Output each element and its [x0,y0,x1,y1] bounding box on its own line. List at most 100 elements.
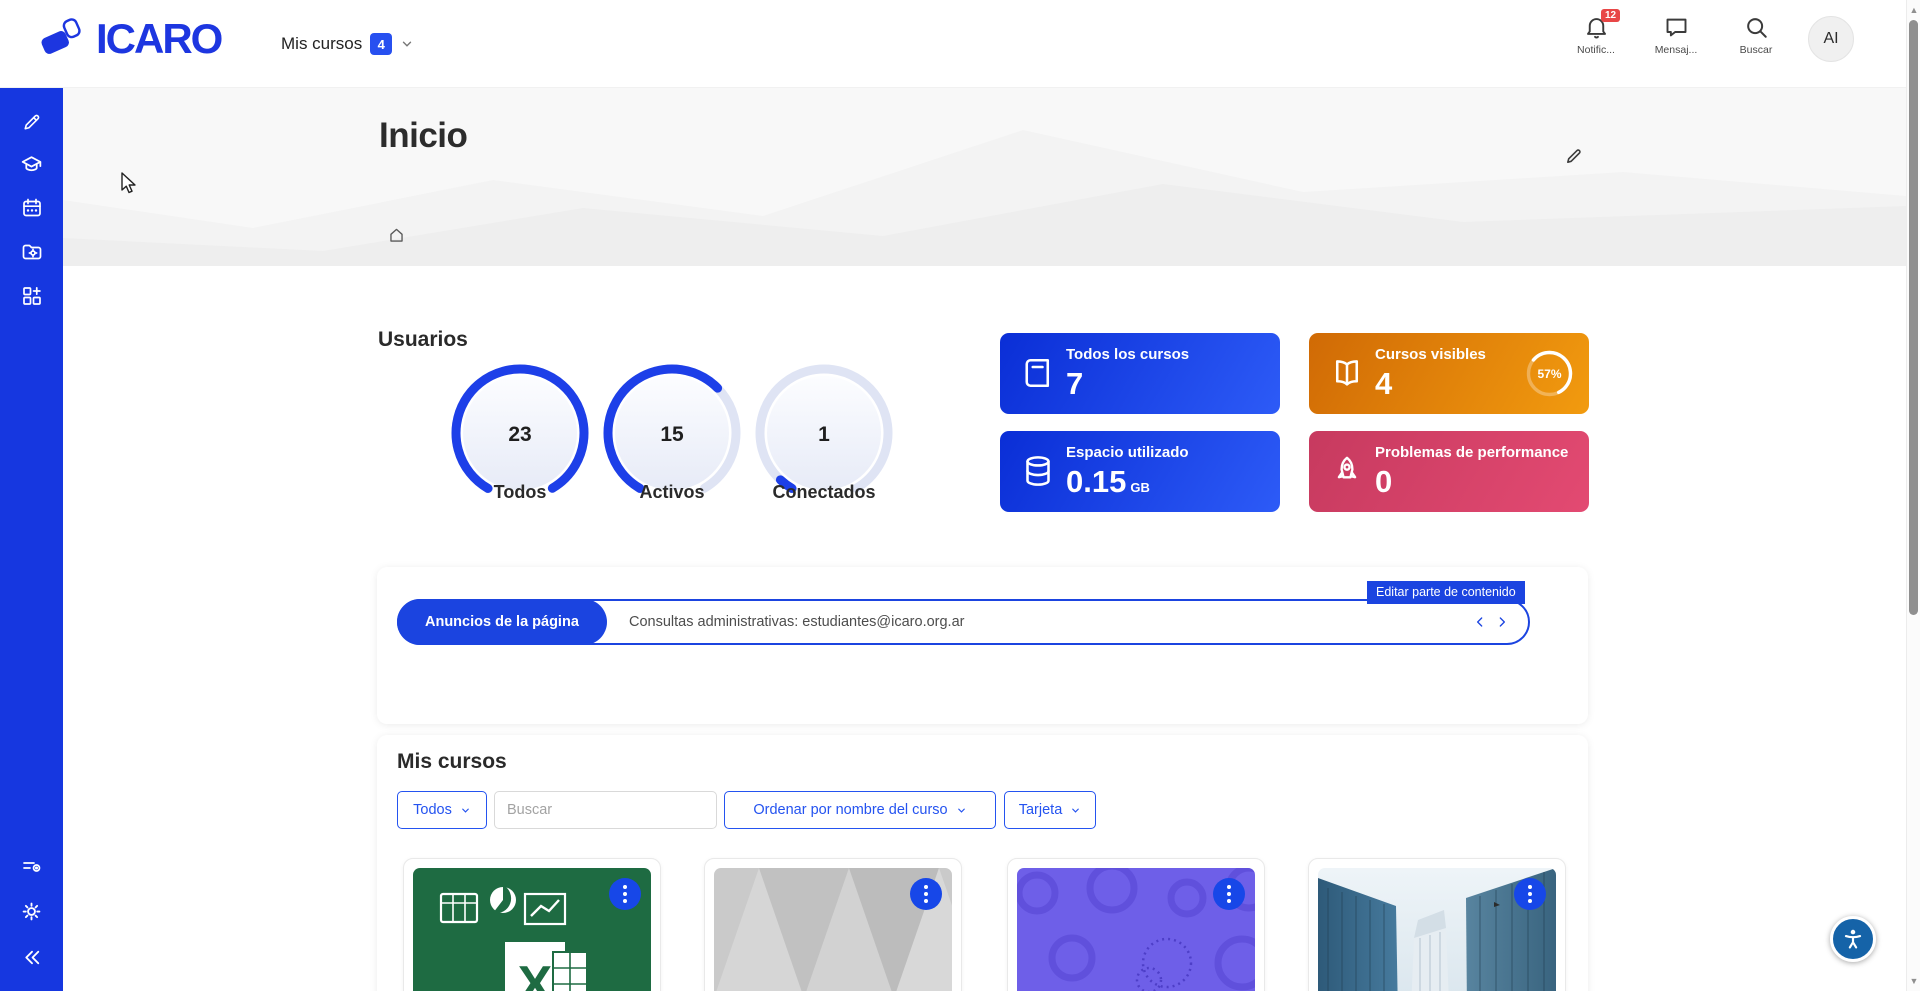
icaro-logo[interactable]: ICARO [36,12,221,66]
stat-card-problemas-performance[interactable]: Problemas de performance 0 [1309,431,1589,512]
mis-cursos-heading: Mis cursos [397,750,507,774]
list-gear-icon [20,855,44,879]
course-card-excel[interactable]: X [403,858,661,991]
gauge-conectados-value: 1 [818,423,830,446]
notifications-button[interactable]: 12 Notific... [1568,14,1624,56]
messages-button[interactable]: Mensaj... [1648,14,1704,56]
stat-value: 7 [1066,365,1083,402]
nav-mis-cursos[interactable]: Mis cursos 4 [281,0,414,88]
page-title: Inicio [379,116,467,156]
visible-percent-label: 57% [1537,367,1561,381]
stat-value-unit: GB [1130,480,1150,495]
course-card-city[interactable] [1308,858,1566,991]
sidebar-item-edit[interactable] [0,104,63,140]
chevron-right-icon [1494,614,1510,630]
accessibility-button[interactable] [1830,916,1876,962]
gauge-conectados-label: Conectados [749,482,899,503]
database-icon [1020,453,1056,489]
sidebar-item-settings[interactable] [0,893,63,929]
mountains-background [63,88,1906,266]
chevron-down-icon [1070,805,1081,816]
course-thumbnail-triangles [714,868,952,991]
announcement-next-button[interactable] [1494,614,1510,630]
stat-card-espacio-utilizado[interactable]: Espacio utilizado 0.15 GB [1000,431,1280,512]
scroll-up-arrow[interactable]: ▲ [1907,3,1920,17]
sidebar [0,88,63,991]
chevron-left-icon [1472,614,1488,630]
svg-text:X: X [518,956,553,991]
course-card-purple[interactable] [1007,858,1265,991]
sidebar-item-preferences[interactable] [0,849,63,885]
stat-value-number: 0.15 [1066,464,1126,499]
rocket-icon [1329,453,1365,489]
gear-icon [19,899,44,924]
stat-card-todos-los-cursos[interactable]: Todos los cursos 7 [1000,333,1280,414]
gauge-todos-value: 23 [508,423,531,446]
open-book-icon [1329,355,1365,391]
scrollbar-thumb[interactable] [1909,20,1918,615]
page-banner: Inicio [63,88,1906,266]
filter-all-label: Todos [413,802,452,818]
visible-percent-ring: 57% [1522,346,1577,401]
course-menu-button[interactable] [1514,878,1546,910]
chevron-down-icon [400,37,414,51]
chevron-down-icon [956,805,967,816]
breadcrumb-home-icon[interactable] [387,226,406,250]
top-header: ICARO Mis cursos 4 12 Notific... Mensaj.… [0,0,1920,88]
sidebar-collapse-button[interactable] [0,939,63,975]
filter-all-dropdown[interactable]: Todos [397,791,487,829]
view-label: Tarjeta [1019,802,1063,818]
chat-icon [1663,14,1690,41]
pencil-icon [20,111,43,134]
usuarios-heading: Usuarios [378,328,468,352]
course-thumbnail-purple [1017,868,1255,991]
messages-label: Mensaj... [1655,44,1698,56]
sidebar-item-courses[interactable] [0,146,63,182]
home-icon [387,226,406,245]
calendar-icon [20,196,44,220]
announcements-tab[interactable]: Anuncios de la página [397,599,607,645]
grid-plus-icon [20,284,44,308]
announcement-arrows [1472,601,1510,643]
course-thumbnail-city [1318,868,1556,991]
logo-text: ICARO [96,15,221,63]
course-card-triangles[interactable] [704,858,962,991]
pencil-icon [1563,146,1584,167]
mis-cursos-panel: Mis cursos Todos Ordenar por nombre del … [377,735,1588,991]
stat-title: Todos los cursos [1066,346,1189,363]
gauge-activos-label: Activos [597,482,747,503]
search-button[interactable]: Buscar [1728,14,1784,56]
sort-label: Ordenar por nombre del curso [753,802,947,818]
course-menu-button[interactable] [1213,878,1245,910]
folder-gear-icon [20,240,44,264]
sidebar-item-apps[interactable] [0,278,63,314]
double-chevron-left-icon [19,945,44,970]
gauge-todos-label: Todos [445,482,595,503]
stat-card-cursos-visibles[interactable]: Cursos visibles 4 57% [1309,333,1589,414]
header-actions: 12 Notific... Mensaj... Buscar AI [1568,14,1854,62]
sidebar-item-calendar[interactable] [0,190,63,226]
announcement-prev-button[interactable] [1472,614,1488,630]
view-dropdown[interactable]: Tarjeta [1004,791,1096,829]
course-filters: Todos Ordenar por nombre del curso Tarje… [377,791,1588,829]
banner-edit-button[interactable] [1563,146,1584,172]
accessibility-icon [1840,926,1866,952]
stat-value: 0.15 GB [1066,463,1150,500]
announcements-panel: Editar parte de contenido Anuncios de la… [377,567,1588,724]
search-label: Buscar [1740,44,1773,56]
notifications-count-badge: 12 [1601,9,1620,22]
notifications-label: Notific... [1577,44,1615,56]
course-search-input[interactable] [494,791,717,829]
stat-value: 4 [1375,365,1392,402]
avatar[interactable]: AI [1808,16,1854,62]
stat-value: 0 [1375,463,1392,500]
course-menu-button[interactable] [609,878,641,910]
scrollbar[interactable]: ▲ ▼ [1906,0,1920,991]
scroll-down-arrow[interactable]: ▼ [1907,974,1920,988]
course-menu-button[interactable] [910,878,942,910]
sort-dropdown[interactable]: Ordenar por nombre del curso [724,791,996,829]
stat-title: Espacio utilizado [1066,444,1189,461]
course-thumbnail-excel: X [413,868,651,991]
stat-title: Cursos visibles [1375,346,1486,363]
sidebar-item-resources[interactable] [0,234,63,270]
